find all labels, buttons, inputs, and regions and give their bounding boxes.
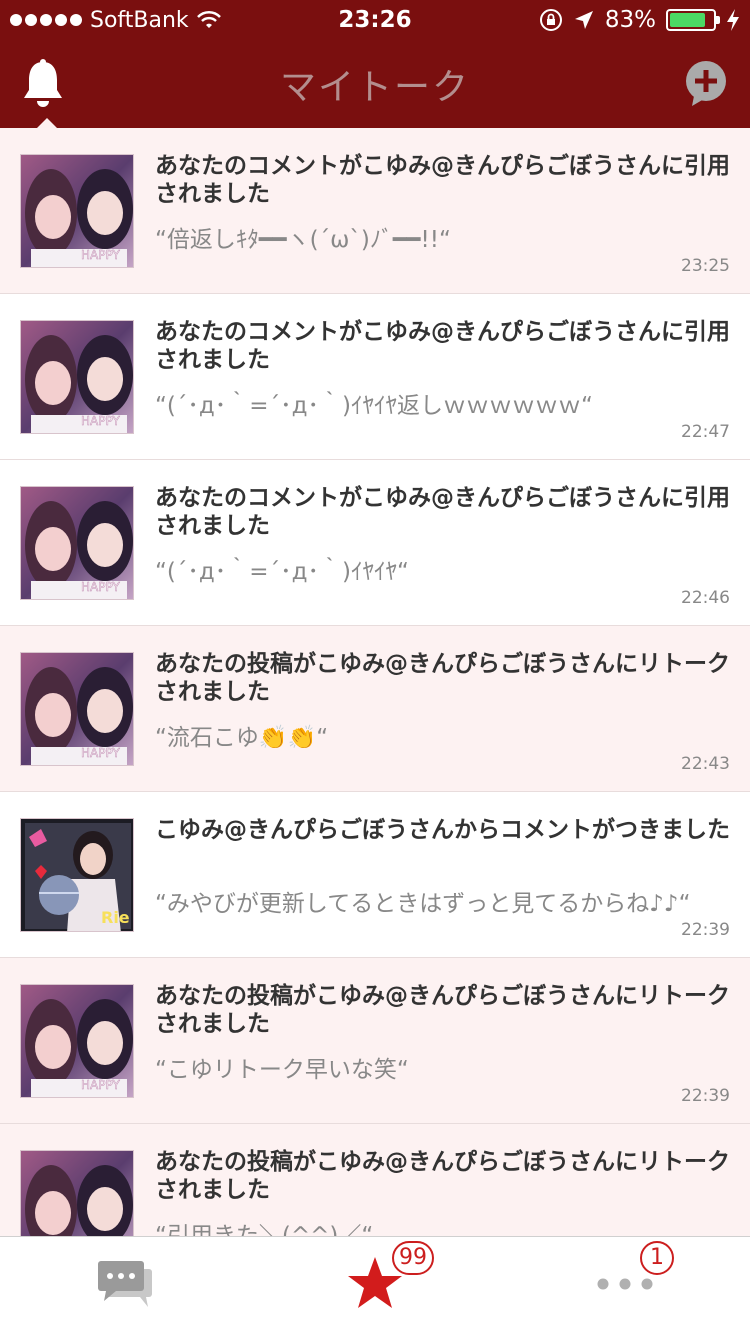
- notification-item[interactable]: HAPPY あなたのコメントがこゆみ@きんぴらごぼうさんに引用されました “(´･…: [0, 294, 750, 460]
- star-badge: 99: [392, 1241, 434, 1275]
- charging-bolt-icon: [727, 9, 739, 31]
- svg-text:HAPPY: HAPPY: [81, 746, 120, 760]
- orientation-lock-icon: [539, 9, 562, 31]
- notification-quote: “こゆリトーク早いな笑“: [155, 1057, 409, 1083]
- notification-title: あなたの投稿がこゆみ@きんぴらごぼうさんにリトークされました: [155, 651, 730, 705]
- svg-text:HAPPY: HAPPY: [81, 414, 120, 428]
- more-badge: 1: [640, 1241, 674, 1275]
- nav-header: マイトーク: [0, 40, 750, 130]
- notification-item[interactable]: HAPPY あなたの投稿がこゆみ@きんぴらごぼうさんにリトークされました “こゆリ…: [0, 958, 750, 1124]
- avatar-image: HAPPY: [21, 155, 133, 267]
- notification-title: あなたのコメントがこゆみ@きんぴらごぼうさんに引用されました: [155, 485, 730, 539]
- notification-time: 22:39: [681, 1086, 730, 1106]
- notification-time: 22:39: [681, 920, 730, 940]
- avatar[interactable]: HAPPY: [20, 486, 134, 600]
- notification-item[interactable]: HAPPY あなたの投稿がこゆみ@きんぴらごぼうさんにリトークされました “流石こ…: [0, 626, 750, 792]
- page-title: マイトーク: [279, 67, 470, 108]
- avatar-image: HAPPY: [21, 321, 133, 433]
- status-bar: SoftBank 23:26 83%: [0, 0, 750, 40]
- notification-title: あなたのコメントがこゆみ@きんぴらごぼうさんに引用されました: [155, 319, 730, 373]
- notification-title: あなたの投稿がこゆみ@きんぴらごぼうさんにリトークされました: [155, 1149, 730, 1203]
- notification-quote: “引用きた＼(^^)／“: [155, 1223, 374, 1236]
- more-dots-icon[interactable]: [596, 1277, 654, 1291]
- notification-item[interactable]: HAPPY あなたの投稿がこゆみ@きんぴらごぼうさんにリトークされました “引用き…: [0, 1124, 750, 1236]
- notification-title: あなたの投稿がこゆみ@きんぴらごぼうさんにリトークされました: [155, 983, 730, 1037]
- battery-percent: 83%: [604, 7, 656, 33]
- svg-text:HAPPY: HAPPY: [81, 1078, 120, 1092]
- avatar[interactable]: HAPPY: [20, 320, 134, 434]
- svg-text:HAPPY: HAPPY: [81, 248, 120, 262]
- battery-level: [670, 13, 705, 27]
- notification-item[interactable]: HAPPY あなたのコメントがこゆみ@きんぴらごぼうさんに引用されました “倍返し…: [0, 128, 750, 294]
- notification-quote: “(´･д･｀=´･д･｀)ｲﾔｲﾔ返しｗｗｗｗｗｗ“: [155, 393, 593, 419]
- tab-bar: 99 1: [0, 1236, 750, 1334]
- notification-time: 22:43: [681, 754, 730, 774]
- notification-quote: “流石こゆ👏👏“: [155, 725, 329, 751]
- avatar[interactable]: HAPPY: [20, 1150, 134, 1236]
- notification-time: 22:46: [681, 588, 730, 608]
- avatar[interactable]: HAPPY: [20, 984, 134, 1098]
- avatar[interactable]: HAPPY: [20, 154, 134, 268]
- avatar[interactable]: HAPPY: [20, 652, 134, 766]
- avatar-image: Rie: [21, 819, 133, 931]
- svg-text:Rie: Rie: [101, 908, 130, 927]
- notification-quote: “みやびが更新してるときはずっと見てるからね♪♪“: [155, 891, 691, 917]
- avatar[interactable]: Rie: [20, 818, 134, 932]
- avatar-image: HAPPY: [21, 1151, 133, 1236]
- notification-list[interactable]: HAPPY あなたのコメントがこゆみ@きんぴらごぼうさんに引用されました “倍返し…: [0, 128, 750, 1236]
- battery-icon: [666, 9, 720, 31]
- status-right: 83%: [539, 0, 740, 40]
- add-comment-icon[interactable]: [684, 60, 728, 110]
- notification-item[interactable]: HAPPY あなたのコメントがこゆみ@きんぴらごぼうさんに引用されました “(´･…: [0, 460, 750, 626]
- notification-time: 22:47: [681, 422, 730, 442]
- chat-bubbles-icon[interactable]: [96, 1259, 154, 1309]
- notification-title: こゆみ@きんぴらごぼうさんからコメントがつきました: [155, 817, 730, 843]
- avatar-image: HAPPY: [21, 985, 133, 1097]
- notification-time: 23:25: [681, 256, 730, 276]
- notification-quote: “倍返しｷﾀ━━ヽ(´ω`)ﾉﾞ━━!!“: [155, 227, 451, 253]
- notification-quote: “(´･д･｀=´･д･｀)ｲﾔｲﾔ“: [155, 559, 409, 585]
- avatar-image: HAPPY: [21, 487, 133, 599]
- avatar-image: HAPPY: [21, 653, 133, 765]
- notification-title: あなたのコメントがこゆみ@きんぴらごぼうさんに引用されました: [155, 153, 730, 207]
- svg-text:HAPPY: HAPPY: [81, 580, 120, 594]
- notification-item[interactable]: Rie こゆみ@きんぴらごぼうさんからコメントがつきました “みやびが更新してると…: [0, 792, 750, 958]
- location-arrow-icon: [574, 11, 593, 29]
